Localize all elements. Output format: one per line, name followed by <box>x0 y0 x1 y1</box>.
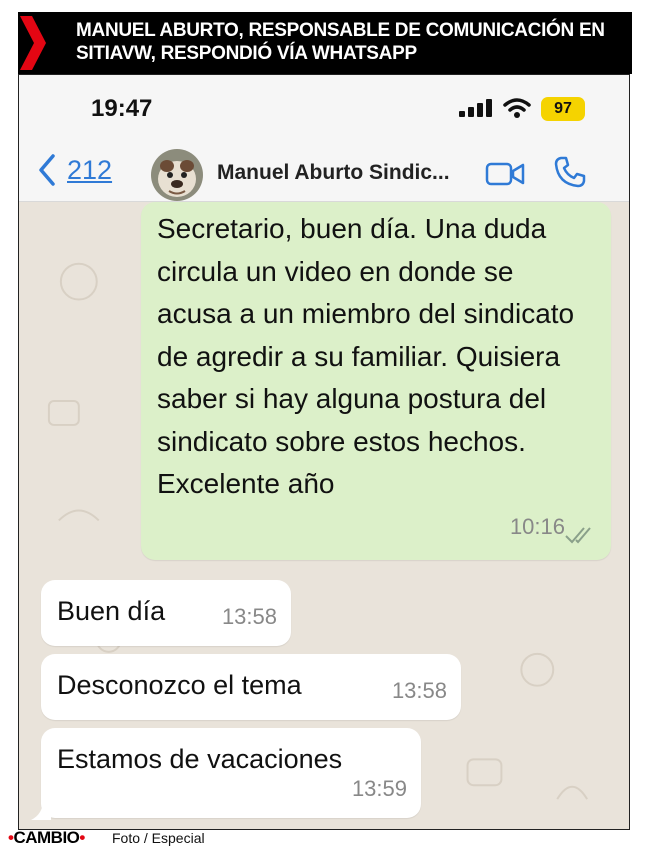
red-chevron-icon <box>20 16 46 70</box>
outgoing-message[interactable]: Secretario, buen día. Una duda circula u… <box>141 202 611 560</box>
battery-indicator: 97 <box>541 97 585 121</box>
top-bar: 19:47 97 212 Manuel Aburto Sindic... <box>19 75 629 202</box>
read-receipt-icon <box>565 527 591 544</box>
message-text: Buen día <box>57 596 166 626</box>
status-time: 19:47 <box>91 95 153 122</box>
message-time: 10:16 <box>509 514 565 539</box>
bubble-tail-icon <box>31 800 51 820</box>
photo-credit: Foto / Especial <box>112 830 205 846</box>
video-camera-icon[interactable] <box>485 161 525 187</box>
message-time: 13:59 <box>351 776 407 801</box>
back-button[interactable]: 212 <box>37 153 112 187</box>
message-text: Desconozco el tema <box>57 670 302 700</box>
message-time: 13:58 <box>391 678 447 703</box>
message-text: Secretario, buen día. Una duda circula u… <box>157 213 575 499</box>
cambio-logo: •CAMBIO• <box>8 828 85 847</box>
message-text: Estamos de vacaciones <box>57 744 343 774</box>
footer: •CAMBIO• Foto / Especial <box>0 828 650 847</box>
phone-icon[interactable] <box>553 155 587 189</box>
headline-banner: MANUEL ABURTO, RESPONSABLE DE COMUNICACI… <box>18 12 632 74</box>
bulldog-avatar-icon <box>151 149 203 201</box>
signal-bars-icon <box>459 99 492 117</box>
message-time: 13:58 <box>221 604 277 629</box>
headline-text: MANUEL ABURTO, RESPONSABLE DE COMUNICACI… <box>76 20 605 64</box>
contact-name[interactable]: Manuel Aburto Sindic... <box>217 161 450 185</box>
whatsapp-screenshot: 19:47 97 212 Manuel Aburto Sindic... Sec… <box>18 74 630 830</box>
incoming-message[interactable]: Buen día 13:58 <box>41 580 291 646</box>
chevron-left-icon <box>39 154 55 186</box>
wifi-icon <box>503 98 531 118</box>
incoming-message[interactable]: Desconozco el tema 13:58 <box>41 654 461 720</box>
avatar[interactable] <box>151 149 203 201</box>
unread-count: 212 <box>67 154 113 185</box>
chat-area: Secretario, buen día. Una duda circula u… <box>19 202 629 829</box>
incoming-message[interactable]: Estamos de vacaciones 13:59 <box>41 728 421 818</box>
